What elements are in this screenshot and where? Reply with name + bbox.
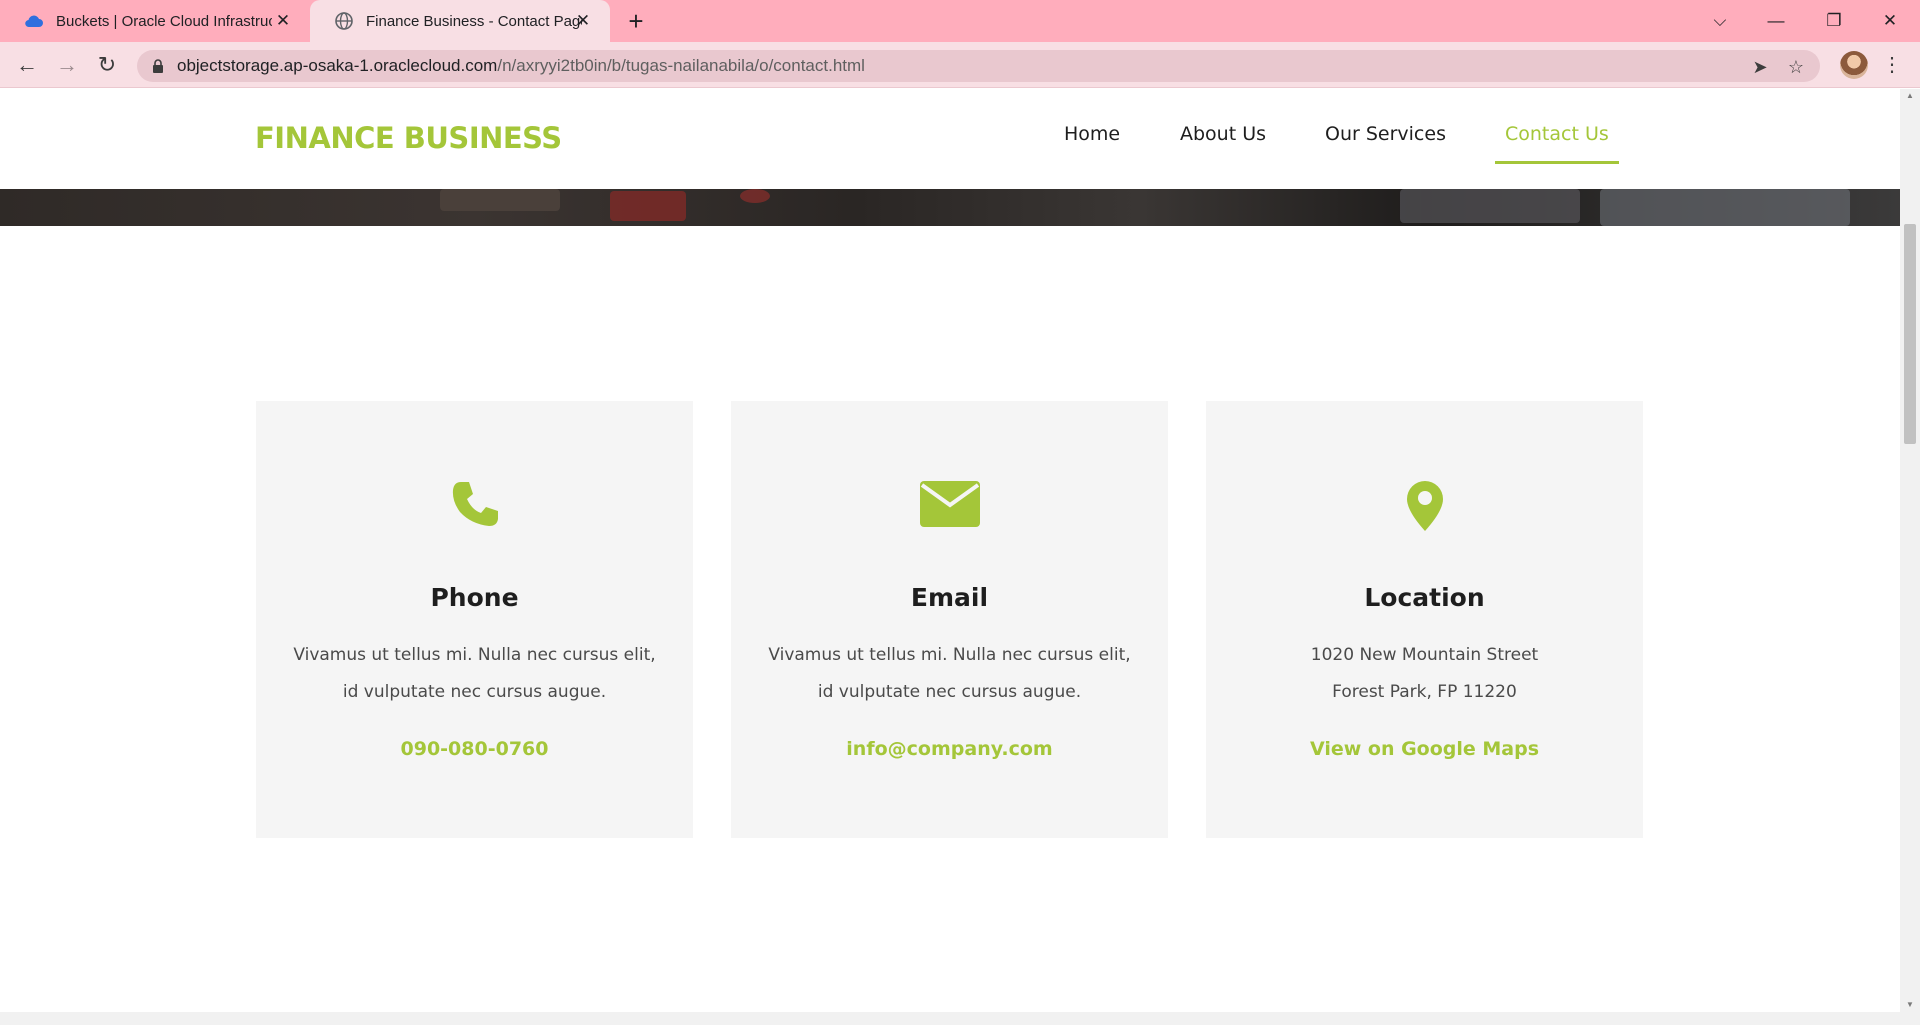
- map-pin-icon: [1206, 479, 1643, 535]
- card-text-line: id vulputate nec cursus augue.: [817, 682, 1082, 702]
- send-icon[interactable]: ➤: [1749, 56, 1771, 78]
- star-icon[interactable]: ☆: [1785, 56, 1807, 78]
- scroll-down-arrow-icon[interactable]: ▼: [1900, 998, 1920, 1012]
- card-text-line: 1020 New Mountain Street: [1310, 645, 1539, 665]
- card-text-line: id vulputate nec cursus augue.: [342, 682, 607, 702]
- close-window-icon[interactable]: ✕: [1876, 8, 1904, 34]
- card-description: Vivamus ut tellus mi. Nulla nec cursus e…: [751, 637, 1148, 711]
- nav-our-services[interactable]: Our Services: [1325, 123, 1446, 161]
- card-heading: Email: [910, 583, 989, 612]
- phone-number-link[interactable]: 090-080-0760: [256, 738, 693, 760]
- hero-banner-image: [0, 189, 1900, 226]
- site-header: FINANCE BUSINESS Home About Us Our Servi…: [0, 89, 1900, 189]
- tab-title: Buckets | Oracle Cloud Infrastruct: [56, 12, 272, 30]
- email-link[interactable]: info@company.com: [731, 738, 1168, 760]
- nav-contact-us[interactable]: Contact Us: [1495, 123, 1619, 164]
- card-heading: Phone: [430, 583, 519, 612]
- url-path: /n/axryyi2tb0in/b/tugas-nailanabila/o/co…: [497, 56, 865, 75]
- forward-icon[interactable]: →: [52, 50, 82, 80]
- google-maps-link[interactable]: View on Google Maps: [1206, 738, 1643, 760]
- back-icon[interactable]: ←: [12, 50, 42, 80]
- url-text: objectstorage.ap-osaka-1.oraclecloud.com…: [177, 56, 865, 76]
- horizontal-scrollbar: [0, 1012, 1920, 1025]
- scroll-up-arrow-icon[interactable]: ▲: [1900, 89, 1920, 103]
- lock-icon: [153, 59, 163, 73]
- tab-finance-business[interactable]: Finance Business - Contact Page ✕: [310, 0, 610, 42]
- close-tab-icon[interactable]: ✕: [272, 10, 294, 32]
- nav-about-us[interactable]: About Us: [1180, 123, 1266, 161]
- scrollbar-thumb[interactable]: [1904, 224, 1916, 444]
- card-heading: Location: [1364, 583, 1485, 612]
- site-logo[interactable]: FINANCE BUSINESS: [255, 121, 562, 155]
- card-text-line: Vivamus ut tellus mi. Nulla nec cursus e…: [768, 645, 1131, 665]
- contact-card-phone: Phone Vivamus ut tellus mi. Nulla nec cu…: [256, 401, 693, 838]
- card-text-line: Vivamus ut tellus mi. Nulla nec cursus e…: [293, 645, 656, 665]
- browser-toolbar: ← → ↻ objectstorage.ap-osaka-1.oracleclo…: [0, 42, 1920, 88]
- close-tab-icon[interactable]: ✕: [572, 10, 594, 32]
- url-host: objectstorage.ap-osaka-1.oraclecloud.com: [177, 56, 498, 75]
- cloud-icon: [24, 11, 44, 31]
- menu-icon[interactable]: ⋮: [1880, 51, 1904, 79]
- globe-icon: [334, 11, 354, 31]
- card-text-line: Forest Park, FP 11220: [1332, 682, 1517, 702]
- reload-icon[interactable]: ↻: [92, 50, 122, 80]
- card-description: 1020 New Mountain Street Forest Park, FP…: [1226, 637, 1623, 711]
- page-scrollbar[interactable]: ▲ ▼: [1900, 89, 1920, 1012]
- address-bar[interactable]: objectstorage.ap-osaka-1.oraclecloud.com…: [137, 50, 1820, 82]
- envelope-icon: [731, 479, 1168, 535]
- card-description: Vivamus ut tellus mi. Nulla nec cursus e…: [276, 637, 673, 711]
- page-viewport: FINANCE BUSINESS Home About Us Our Servi…: [0, 89, 1900, 1012]
- phone-icon: [256, 479, 693, 535]
- tab-buckets[interactable]: Buckets | Oracle Cloud Infrastruct ✕: [0, 0, 310, 42]
- tab-search-icon[interactable]: ⌵: [1706, 8, 1734, 34]
- minimize-icon[interactable]: —: [1762, 8, 1790, 34]
- nav-home[interactable]: Home: [1064, 123, 1120, 161]
- new-tab-button[interactable]: +: [622, 8, 650, 36]
- contact-card-location: Location 1020 New Mountain Street Forest…: [1206, 401, 1643, 838]
- contact-card-email: Email Vivamus ut tellus mi. Nulla nec cu…: [731, 401, 1168, 838]
- browser-tab-bar: Buckets | Oracle Cloud Infrastruct ✕ Fin…: [0, 0, 1920, 42]
- restore-icon[interactable]: ❐: [1820, 8, 1848, 34]
- profile-avatar[interactable]: [1840, 51, 1868, 79]
- tab-title: Finance Business - Contact Page: [366, 12, 582, 30]
